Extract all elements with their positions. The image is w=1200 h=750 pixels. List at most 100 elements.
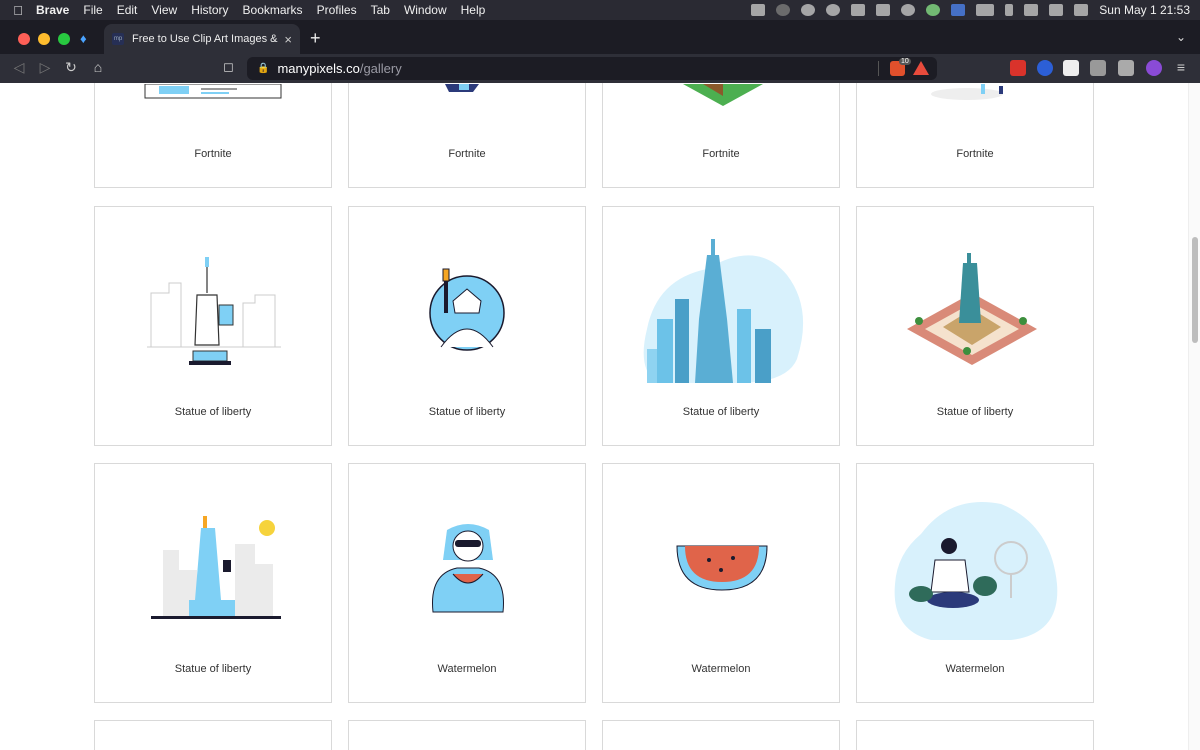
card-title: Fortnite: [194, 148, 232, 160]
card-title: Fortnite: [448, 148, 486, 160]
card-title: Fortnite: [956, 148, 994, 160]
menu-help[interactable]: Help: [461, 3, 486, 17]
gallery-card[interactable]: Fortnite: [348, 83, 586, 188]
cloud-icon[interactable]: [826, 4, 841, 16]
card-title: Statue of liberty: [682, 406, 760, 418]
scrollbar-thumb[interactable]: [1192, 237, 1198, 343]
gallery-card[interactable]: [856, 720, 1094, 750]
gallery-card[interactable]: [602, 720, 840, 750]
hat-icon[interactable]: [901, 4, 916, 16]
fortnite-illustration: [683, 84, 763, 106]
bluetooth-icon[interactable]: [1005, 4, 1014, 16]
page-scrollbar[interactable]: [1188, 83, 1200, 750]
zoom-window-button[interactable]: [58, 33, 70, 45]
clock[interactable]: Sun May 1 21:53: [1099, 3, 1190, 17]
tab-close-icon[interactable]: ×: [284, 32, 292, 47]
battery-icon[interactable]: [976, 4, 995, 16]
statue-of-liberty-outline-illustration: [147, 257, 281, 365]
gallery-card[interactable]: Watermelon: [602, 463, 840, 703]
extension-x-icon[interactable]: [1063, 60, 1079, 76]
macos-menubar:  Brave File Edit View History Bookmarks…: [0, 0, 1200, 20]
statue-of-liberty-skyline-illustration: [643, 239, 804, 383]
active-tab[interactable]: mp Free to Use Clip Art Images & V ×: [104, 24, 300, 54]
extension-diamond-icon[interactable]: [1037, 60, 1053, 76]
brave-shields-icon[interactable]: 10: [890, 58, 911, 76]
menu-window[interactable]: Window: [404, 3, 447, 17]
tab-strip: ♦ mp Free to Use Clip Art Images & V × +…: [0, 20, 1200, 54]
extension-red-icon[interactable]: [1010, 60, 1026, 76]
card-title: Statue of liberty: [428, 406, 506, 418]
status-area: Sun May 1 21:53: [751, 0, 1190, 20]
address-separator: [878, 61, 879, 76]
lock-icon[interactable]: 🔒: [257, 63, 269, 74]
reload-icon[interactable]: ↻: [62, 59, 80, 76]
watermelon-slice-illustration: [676, 545, 768, 591]
control-center-icon[interactable]: [1074, 4, 1089, 16]
card-title: Watermelon: [945, 663, 1005, 675]
home-icon[interactable]: ⌂: [89, 59, 107, 75]
apple-icon[interactable]: : [0, 3, 36, 18]
menu-edit[interactable]: Edit: [117, 3, 138, 17]
gallery-card[interactable]: Statue of liberty: [602, 206, 840, 446]
menu-view[interactable]: View: [151, 3, 177, 17]
gallery-card[interactable]: Statue of liberty: [348, 206, 586, 446]
menu-bookmarks[interactable]: Bookmarks: [243, 3, 303, 17]
window-controls: [18, 33, 70, 45]
menu-file[interactable]: File: [83, 3, 102, 17]
gallery-card[interactable]: [348, 720, 586, 750]
monitor-icon[interactable]: [876, 4, 891, 16]
statue-of-liberty-sun-illustration: [151, 516, 281, 619]
extensions-puzzle-icon[interactable]: [1090, 60, 1106, 76]
menu-profiles[interactable]: Profiles: [317, 3, 357, 17]
url-path: /gallery: [359, 61, 402, 76]
forward-icon[interactable]: ▷: [36, 59, 54, 76]
headphones-icon[interactable]: [801, 4, 816, 16]
fortnite-illustration: [931, 84, 1003, 100]
shields-count: 10: [899, 58, 911, 65]
url-host: manypixels.co: [277, 61, 360, 76]
gallery-card[interactable]: Statue of liberty: [94, 463, 332, 703]
card-title: Statue of liberty: [174, 663, 252, 675]
pinned-tab-diamond-icon[interactable]: ♦: [80, 31, 87, 46]
new-tab-button[interactable]: +: [310, 28, 321, 49]
fortnite-illustration: [144, 84, 282, 99]
fortnite-illustration: [445, 84, 479, 92]
gallery-card[interactable]: Watermelon: [856, 463, 1094, 703]
brave-rewards-icon[interactable]: [913, 61, 929, 75]
gallery-card[interactable]: Statue of liberty: [94, 206, 332, 446]
volume-icon[interactable]: [1024, 4, 1039, 16]
close-window-button[interactable]: [18, 33, 30, 45]
gallery-card[interactable]: Fortnite: [856, 83, 1094, 188]
gallery-card[interactable]: [94, 720, 332, 750]
minimize-window-button[interactable]: [38, 33, 50, 45]
tab-favicon: mp: [112, 33, 124, 45]
gallery-card[interactable]: Watermelon: [348, 463, 586, 703]
input-source-icon[interactable]: [951, 4, 966, 16]
wallet-icon[interactable]: [1118, 60, 1134, 76]
browser-menu-icon[interactable]: ≡: [1172, 59, 1190, 75]
gallery-card[interactable]: Fortnite: [602, 83, 840, 188]
back-icon[interactable]: ◁: [10, 59, 28, 76]
dashboard-icon[interactable]: [751, 4, 766, 16]
tab-title: Free to Use Clip Art Images & V: [132, 33, 279, 45]
gallery-card[interactable]: Fortnite: [94, 83, 332, 188]
line-icon[interactable]: [926, 4, 941, 16]
menu-brave[interactable]: Brave: [36, 3, 69, 17]
card-title: Statue of liberty: [936, 406, 1014, 418]
address-bar[interactable]: 🔒 manypixels.co/gallery 10: [247, 57, 937, 80]
profile-avatar[interactable]: [1146, 60, 1162, 76]
menu-history[interactable]: History: [191, 3, 228, 17]
menu-tab[interactable]: Tab: [371, 3, 390, 17]
statue-of-liberty-badge-illustration: [429, 268, 505, 351]
wifi-icon[interactable]: [1049, 4, 1064, 16]
card-title: Watermelon: [691, 663, 751, 675]
card-title: Fortnite: [702, 148, 740, 160]
watermelon-girl-illustration: [432, 524, 504, 613]
browser-toolbar: ◁ ▷ ↻ ⌂ ◻ 🔒 manypixels.co/gallery 10 ≡: [0, 54, 1200, 83]
tab-search-chevron-icon[interactable]: ⌄: [1176, 30, 1186, 44]
gallery-card[interactable]: Statue of liberty: [856, 206, 1094, 446]
hexagon-icon[interactable]: [851, 4, 866, 16]
card-title: Statue of liberty: [174, 406, 252, 418]
bookmark-icon[interactable]: ◻: [223, 59, 234, 75]
flask-icon[interactable]: [776, 4, 791, 16]
